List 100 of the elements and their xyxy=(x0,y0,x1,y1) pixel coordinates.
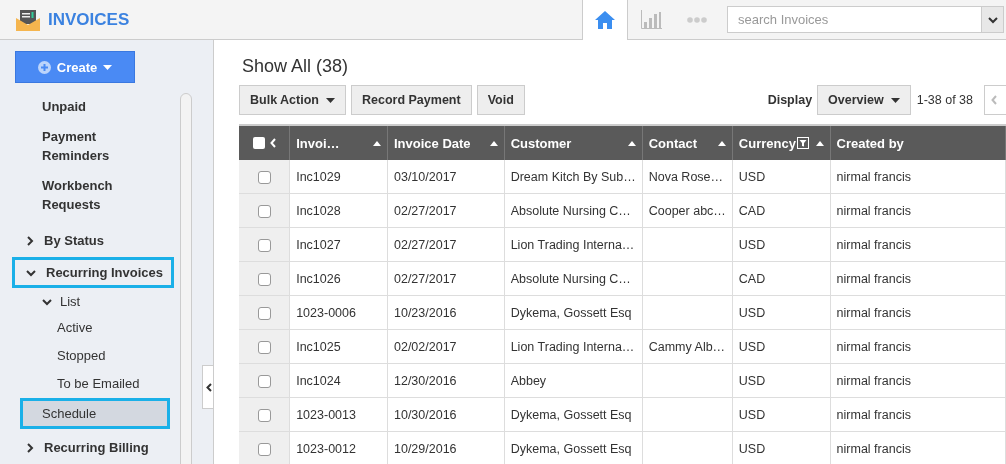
table-cell: 02/27/2017 xyxy=(387,193,505,228)
table-cell: 02/02/2017 xyxy=(387,329,505,364)
sort-icon[interactable] xyxy=(717,140,726,146)
row-checkbox[interactable] xyxy=(257,408,271,422)
row-checkbox[interactable] xyxy=(257,204,271,218)
column-header[interactable]: Invoice Date xyxy=(387,125,505,160)
bar-chart-icon xyxy=(640,10,662,29)
row-checkbox[interactable] xyxy=(257,272,271,286)
sidebar-group[interactable]: Recurring Billing xyxy=(0,432,152,463)
chevron-down-icon xyxy=(42,297,52,306)
table-cell: Cammy Alb… xyxy=(642,329,733,364)
table-cell: USD xyxy=(732,227,831,262)
table-cell: Dykema, Gossett Esq xyxy=(504,431,643,464)
table-cell: CAD xyxy=(732,193,831,228)
table-cell: Absolute Nursing C… xyxy=(504,261,643,296)
table-cell: USD xyxy=(732,295,831,330)
table-cell: Cooper abc… xyxy=(642,193,733,228)
action-button[interactable]: Void xyxy=(476,85,525,115)
plus-icon xyxy=(37,60,51,74)
row-checkbox[interactable] xyxy=(257,442,271,456)
table-cell: nirmal francis xyxy=(830,363,1006,398)
column-header[interactable]: Contact xyxy=(642,125,733,160)
column-header[interactable]: Customer xyxy=(504,125,643,160)
sort-icon[interactable] xyxy=(489,140,498,146)
table-cell: nirmal francis xyxy=(830,261,1006,296)
nav-tab[interactable] xyxy=(582,0,628,40)
table-cell: Abbey xyxy=(504,363,643,398)
table-cell: nirmal francis xyxy=(830,397,1006,432)
table-cell: Inc1029 xyxy=(289,160,388,194)
table-cell: Inc1025 xyxy=(289,329,388,364)
collapse-handle[interactable] xyxy=(202,365,213,409)
more-icon xyxy=(687,16,707,23)
previous-page-button[interactable] xyxy=(984,85,1006,115)
table-cell: USD xyxy=(732,363,831,398)
sidebar-group[interactable]: List xyxy=(0,289,178,314)
chevron-down-icon xyxy=(26,268,36,277)
chevron-right-icon xyxy=(26,442,34,453)
table-cell: Dream Kitch By Sub… xyxy=(504,160,643,194)
table-cell: Absolute Nursing C… xyxy=(504,193,643,228)
page-title: Show All (38) xyxy=(242,56,350,77)
filter-icon[interactable] xyxy=(796,137,809,149)
sidebar-item[interactable]: Schedule xyxy=(20,398,170,429)
table-cell: nirmal francis xyxy=(830,431,1006,464)
select-all-checkbox[interactable] xyxy=(252,137,265,149)
table-cell: USD xyxy=(732,329,831,364)
sidebar-group[interactable]: Recurring Invoices xyxy=(12,257,175,288)
row-checkbox[interactable] xyxy=(257,238,271,252)
caret-icon xyxy=(326,97,335,103)
search-field[interactable]: search Invoices xyxy=(727,6,981,33)
sidebar-item[interactable]: Active xyxy=(0,314,178,342)
sort-icon[interactable] xyxy=(373,140,381,146)
table-cell: Inc1024 xyxy=(289,363,388,398)
table-cell: Lion Trading Interna… xyxy=(504,329,643,364)
caret-icon xyxy=(103,64,113,70)
chevron-right-icon xyxy=(26,235,34,246)
table-cell: 1023-0013 xyxy=(289,397,388,432)
table-cell: Dykema, Gossett Esq xyxy=(504,295,643,330)
table-cell: 10/30/2016 xyxy=(387,397,505,432)
table-cell: 1023-0012 xyxy=(289,431,388,464)
scrollbar[interactable] xyxy=(180,93,192,464)
sidebar-item[interactable]: Unpaid xyxy=(0,97,132,116)
sort-icon[interactable] xyxy=(627,140,636,146)
table-cell: Inc1028 xyxy=(289,193,388,228)
app-title: INVOICES xyxy=(48,9,130,30)
table-cell: Dykema, Gossett Esq xyxy=(504,397,643,432)
sort-icon[interactable] xyxy=(815,140,824,146)
column-header[interactable]: Created by xyxy=(830,125,1006,160)
table-cell: CAD xyxy=(732,261,831,296)
action-button[interactable]: Bulk Action xyxy=(239,85,346,115)
sidebar-group[interactable]: By Status xyxy=(0,225,107,256)
table-cell: Inc1026 xyxy=(289,261,388,296)
table-cell: USD xyxy=(732,397,831,432)
column-header[interactable]: Invoi… xyxy=(289,125,388,160)
table-cell: USD xyxy=(732,431,831,464)
table-cell: 1023-0006 xyxy=(289,295,388,330)
sidebar-item[interactable]: Payment Reminders xyxy=(0,127,132,165)
table-cell: Inc1027 xyxy=(289,227,388,262)
chevron-down-icon xyxy=(987,15,998,24)
row-checkbox[interactable] xyxy=(257,306,271,320)
sidebar-item[interactable]: Workbench Requests xyxy=(0,176,132,214)
table-cell: Lion Trading Interna… xyxy=(504,227,643,262)
chevron-left-icon xyxy=(205,382,212,392)
sidebar-item[interactable]: Stopped xyxy=(0,342,178,370)
chevron-left-icon[interactable] xyxy=(269,138,276,148)
row-checkbox[interactable] xyxy=(257,340,271,354)
sidebar-item[interactable]: To be Emailed xyxy=(0,370,178,398)
action-button[interactable]: Record Payment xyxy=(351,85,472,115)
table-cell: USD xyxy=(732,160,831,194)
row-checkbox[interactable] xyxy=(257,170,271,184)
row-checkbox[interactable] xyxy=(257,374,271,388)
column-header[interactable]: Currency xyxy=(732,125,831,160)
table-cell: nirmal francis xyxy=(830,193,1006,228)
display-label: Display xyxy=(767,93,813,107)
display-dropdown[interactable]: Overview xyxy=(817,85,911,115)
table-cell: 02/27/2017 xyxy=(387,261,505,296)
table-cell: Nova Rose… xyxy=(642,160,733,194)
table-cell: 10/23/2016 xyxy=(387,295,505,330)
envelope-icon xyxy=(16,8,40,31)
search-dropdown-button[interactable] xyxy=(981,6,1004,33)
chevron-left-icon xyxy=(991,95,997,105)
